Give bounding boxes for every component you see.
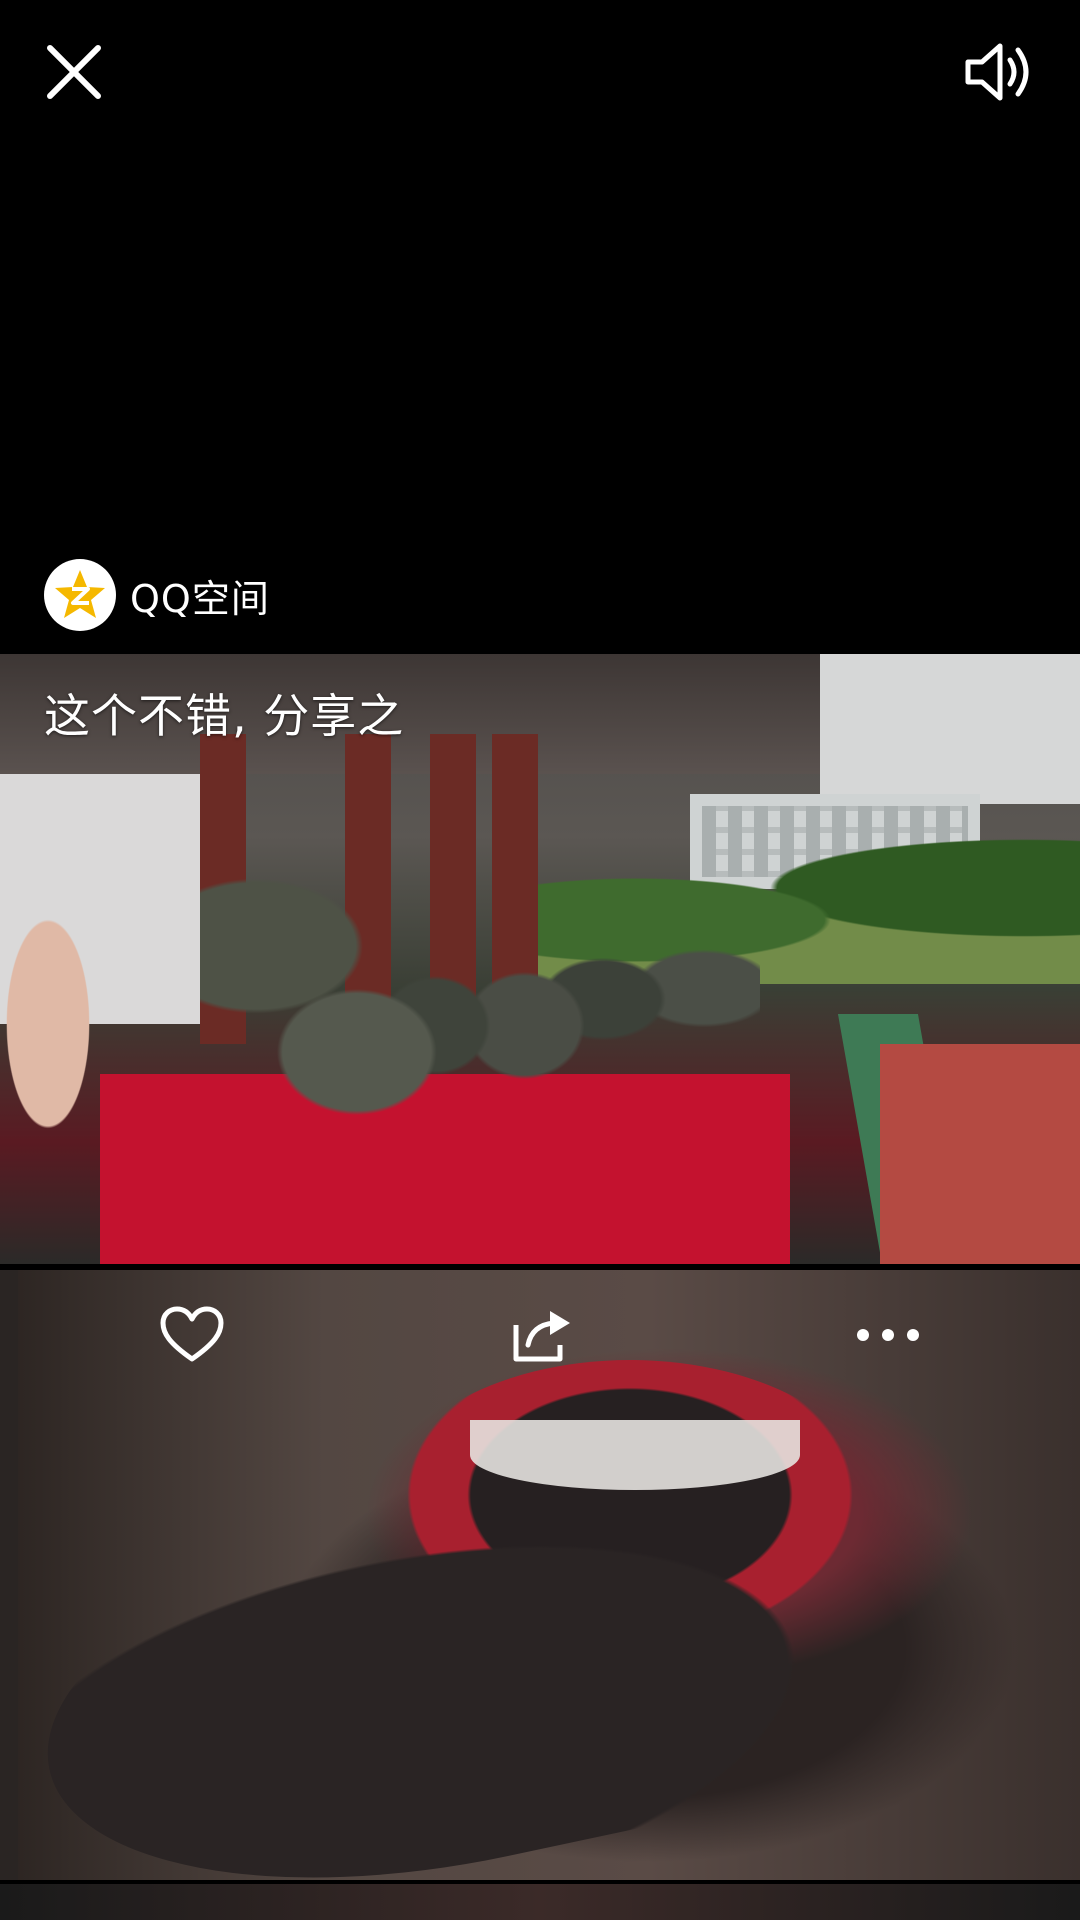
preview-edge [0,1270,18,1880]
close-icon [47,45,101,99]
heart-icon [160,1306,224,1362]
volume-button[interactable] [960,38,1040,106]
video-sky [820,654,1080,804]
video-hand [0,904,120,1204]
video-track [880,1044,1080,1264]
source-row[interactable]: QQ空间 [44,558,270,632]
more-dots-icon [857,1329,919,1341]
share-icon [513,1311,570,1362]
source-name: QQ空间 [130,576,270,621]
more-button[interactable] [846,1300,930,1370]
bottom-preview-strip [0,1884,1080,1920]
like-button[interactable] [150,1300,234,1370]
share-button[interactable] [500,1300,584,1370]
volume-icon [965,43,1029,101]
qq-zone-star-icon [55,570,105,618]
post-caption: 这个不错, 分享之 [44,689,405,743]
video-soldiers [200,734,760,1264]
close-button[interactable] [40,38,108,106]
qq-zone-avatar [44,559,116,631]
